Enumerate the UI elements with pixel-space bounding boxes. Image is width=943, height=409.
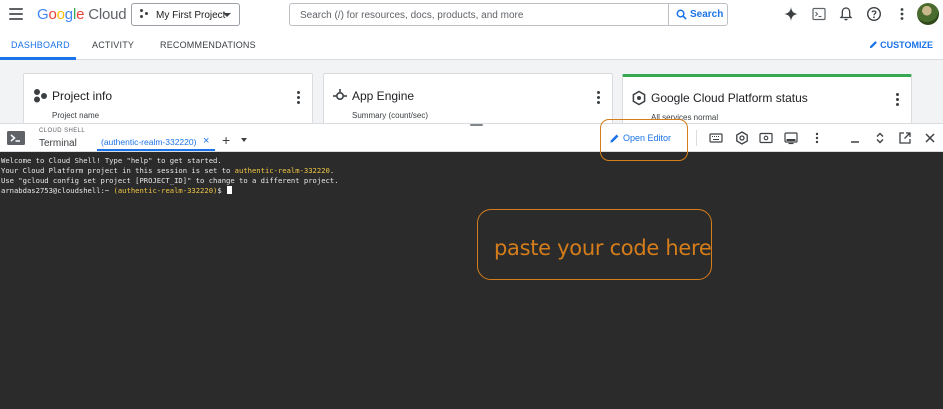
open-new-window-icon[interactable]: [898, 131, 912, 145]
web-preview-icon[interactable]: [759, 131, 773, 145]
top-app-bar: Google Cloud My First Project Search: [0, 0, 943, 31]
project-dots-icon: [140, 9, 149, 20]
project-picker[interactable]: My First Project: [131, 3, 240, 26]
terminal-line-project: Your Cloud Platform project in this sess…: [1, 166, 335, 175]
cloud-shell-logo-icon: [7, 131, 25, 145]
terminal-line-welcome: Welcome to Cloud Shell! Type "help" to g…: [1, 156, 222, 165]
search-icon: [676, 9, 687, 20]
card-title: Google Cloud Platform status: [651, 91, 808, 105]
terminal-prompt: arnabdas2753@cloudshell:~ (authentic-rea…: [1, 186, 943, 196]
dashboard-tabs: DASHBOARD ACTIVITY RECOMMENDATIONS CUSTO…: [0, 31, 943, 60]
display-icon[interactable]: [784, 131, 798, 145]
cloud-shell-icon[interactable]: [811, 6, 827, 22]
gemini-sparkle-icon[interactable]: [783, 6, 799, 22]
minimize-icon[interactable]: [848, 131, 862, 145]
expand-icon[interactable]: [873, 131, 887, 145]
shell-title: CLOUD SHELL: [39, 128, 86, 134]
card-subtitle: Summary (count/sec): [352, 111, 429, 120]
shell-terminal-label: Terminal: [39, 138, 77, 149]
card-title: Project info: [52, 89, 113, 103]
active-tab-indicator: [97, 149, 215, 151]
search-button[interactable]: Search: [668, 4, 727, 25]
more-vert-icon[interactable]: [597, 91, 600, 106]
customize-button[interactable]: CUSTOMIZE: [870, 40, 933, 50]
more-vert-icon[interactable]: [297, 91, 300, 106]
tab-activity[interactable]: ACTIVITY: [92, 40, 134, 50]
notifications-bell-icon[interactable]: [838, 6, 854, 22]
more-vert-icon[interactable]: [896, 93, 899, 108]
terminal-cursor: [227, 186, 233, 194]
google-cloud-logo[interactable]: Google Cloud: [37, 6, 127, 23]
more-vert-icon[interactable]: [894, 6, 910, 22]
tab-terminal-session[interactable]: (authentic-realm-332220): [101, 137, 196, 147]
terminal-output[interactable]: Welcome to Cloud Shell! Type "help" to g…: [0, 152, 943, 409]
add-tab-icon[interactable]: +: [222, 132, 230, 148]
paste-code-annotation: paste your code here: [494, 236, 712, 260]
close-tab-icon[interactable]: ×: [203, 135, 209, 147]
cloud-shell-toolbar: CLOUD SHELL Terminal (authentic-realm-33…: [0, 123, 943, 152]
more-vert-icon[interactable]: [810, 131, 824, 145]
terminal-line-hint: Use "gcloud config set project [PROJECT_…: [1, 176, 339, 185]
menu-icon[interactable]: [9, 8, 23, 20]
card-subtitle: All services normal: [651, 113, 719, 122]
resize-handle[interactable]: [470, 124, 483, 126]
app-engine-icon: [333, 89, 347, 101]
status-icon: [632, 90, 646, 106]
pencil-icon: [870, 41, 878, 49]
card-title: App Engine: [352, 89, 415, 103]
chevron-down-icon: [223, 13, 231, 17]
toolbar-divider: [696, 130, 697, 146]
project-info-icon: [34, 89, 47, 103]
tab-dashboard[interactable]: DASHBOARD: [11, 40, 70, 50]
settings-icon[interactable]: [735, 131, 749, 145]
avatar[interactable]: [917, 3, 939, 25]
chevron-down-icon[interactable]: [241, 138, 247, 142]
keyboard-icon[interactable]: [709, 131, 723, 145]
help-icon[interactable]: [866, 6, 882, 22]
dashboard-area: Project info Project name App Engine Sum…: [0, 60, 943, 134]
tab-recommendations[interactable]: RECOMMENDATIONS: [160, 40, 256, 50]
project-name: My First Project: [156, 10, 226, 21]
search-input[interactable]: [300, 7, 670, 23]
card-subtitle: Project name: [52, 111, 100, 120]
pencil-icon: [610, 134, 619, 143]
search-bar: Search: [289, 3, 728, 26]
close-icon[interactable]: [923, 131, 937, 145]
